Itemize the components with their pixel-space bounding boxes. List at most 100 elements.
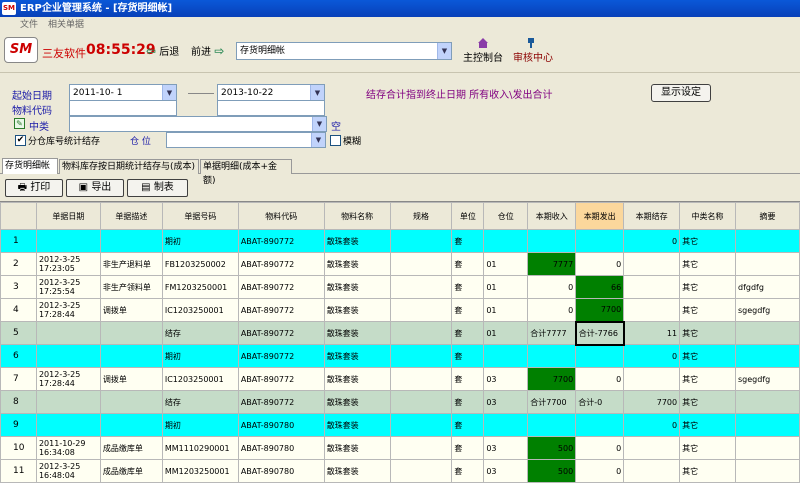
cell-out[interactable] bbox=[575, 229, 625, 253]
cell-memo[interactable] bbox=[735, 436, 800, 460]
cell-name[interactable]: 散珠套装 bbox=[323, 229, 391, 253]
cell-memo[interactable] bbox=[735, 321, 800, 345]
column-header[interactable]: 规格 bbox=[389, 202, 453, 230]
cell-date[interactable] bbox=[35, 344, 101, 368]
cell-loc[interactable]: 03 bbox=[483, 436, 529, 460]
cell-memo[interactable]: dfgdfg bbox=[735, 275, 800, 299]
cell-name[interactable]: 散珠套装 bbox=[323, 413, 391, 437]
column-header[interactable]: 摘要 bbox=[735, 202, 800, 230]
cell-out[interactable]: 0 bbox=[575, 252, 625, 276]
cell-cls[interactable]: 其它 bbox=[679, 436, 736, 460]
cell-name[interactable]: 散珠套装 bbox=[323, 298, 391, 322]
cell-in[interactable] bbox=[527, 413, 577, 437]
cell-unit[interactable]: 套 bbox=[451, 229, 485, 253]
cell-desc[interactable]: 成品缴库单 bbox=[99, 459, 163, 483]
cell-desc[interactable]: 调拨单 bbox=[99, 298, 163, 322]
menu-related-docs[interactable]: 相关单据 bbox=[48, 17, 84, 33]
audit-center-button[interactable]: 审核中心 bbox=[510, 37, 556, 64]
cell-out[interactable] bbox=[575, 344, 625, 368]
cell-date[interactable]: 2012-3-25 17:28:44 bbox=[35, 367, 101, 391]
cell-date[interactable]: 2012-3-25 17:25:54 bbox=[35, 275, 101, 299]
cell-unit[interactable]: 套 bbox=[451, 275, 485, 299]
cell-out[interactable]: 7700 bbox=[575, 298, 625, 322]
cell-spec[interactable] bbox=[389, 275, 453, 299]
table-row[interactable]: 6 期初 ABAT-890772 散珠套装 套 0 其它 bbox=[0, 344, 800, 368]
cell-date[interactable]: 2012-3-25 16:48:04 bbox=[35, 459, 101, 483]
cell-date[interactable] bbox=[35, 413, 101, 437]
cell-name[interactable]: 散珠套装 bbox=[323, 275, 391, 299]
cell-unit[interactable]: 套 bbox=[451, 344, 485, 368]
cell-spec[interactable] bbox=[389, 298, 453, 322]
cell-code[interactable]: ABAT-890772 bbox=[237, 252, 325, 276]
table-row[interactable]: 3 2012-3-25 17:25:54 非生产领料单 FM1203250001 ABAT… bbox=[0, 275, 800, 299]
cell-memo[interactable] bbox=[735, 413, 800, 437]
cell-bal[interactable]: 7700 bbox=[623, 390, 681, 414]
cell-date[interactable] bbox=[35, 390, 101, 414]
cell-loc[interactable]: 01 bbox=[483, 275, 529, 299]
cell-code[interactable]: ABAT-890780 bbox=[237, 413, 325, 437]
cell-cls[interactable]: 其它 bbox=[679, 413, 736, 437]
cell-in[interactable]: 500 bbox=[527, 436, 577, 460]
cell-name[interactable]: 散珠套装 bbox=[323, 459, 391, 483]
cell-in[interactable]: 合计7777 bbox=[527, 321, 577, 345]
cell-desc[interactable]: 调拨单 bbox=[99, 367, 163, 391]
column-header[interactable]: 本期结存 bbox=[623, 202, 681, 230]
cell-out[interactable]: 合计-7766 bbox=[574, 320, 625, 346]
cell-no[interactable]: 期初 bbox=[161, 229, 239, 253]
cell-bal[interactable] bbox=[623, 252, 681, 276]
cell-code[interactable]: ABAT-890772 bbox=[237, 275, 325, 299]
cell-spec[interactable] bbox=[389, 344, 453, 368]
cell-no[interactable]: IC1203250001 bbox=[161, 367, 239, 391]
cell-memo[interactable]: sgegdfg bbox=[735, 298, 800, 322]
cell-name[interactable]: 散珠套装 bbox=[323, 436, 391, 460]
table-row[interactable]: 9 期初 ABAT-890780 散珠套装 套 0 其它 bbox=[0, 413, 800, 437]
cell-name[interactable]: 散珠套装 bbox=[323, 390, 391, 414]
cell-cls[interactable]: 其它 bbox=[679, 229, 736, 253]
cell-no[interactable]: MM1203250001 bbox=[161, 459, 239, 483]
table-row[interactable]: 5 结存 ABAT-890772 散珠套装 套 01 合计7777 合计-7766 11 其它 bbox=[0, 320, 800, 346]
cell-loc[interactable]: 03 bbox=[483, 459, 529, 483]
cell-date[interactable]: 2012-3-25 17:28:44 bbox=[35, 298, 101, 322]
cell-unit[interactable]: 套 bbox=[451, 367, 485, 391]
cell-code[interactable]: ABAT-890772 bbox=[237, 390, 325, 414]
cell-no[interactable]: IC1203250001 bbox=[161, 298, 239, 322]
cell-spec[interactable] bbox=[389, 390, 453, 414]
column-header[interactable]: 中类名称 bbox=[679, 202, 736, 230]
cell-unit[interactable]: 套 bbox=[451, 252, 485, 276]
cell-date[interactable] bbox=[35, 321, 101, 345]
mid-class-select[interactable]: ▼ bbox=[69, 116, 327, 132]
cell-loc[interactable]: 01 bbox=[483, 298, 529, 322]
display-settings-button[interactable]: 显示设定 bbox=[651, 84, 711, 102]
cell-no[interactable]: FB1203250002 bbox=[161, 252, 239, 276]
cell-cls[interactable]: 其它 bbox=[679, 459, 736, 483]
table-row[interactable]: 2 2012-3-25 17:23:05 非生产退料单 FB1203250002 ABAT… bbox=[0, 252, 800, 276]
cell-spec[interactable] bbox=[389, 229, 453, 253]
table-row[interactable]: 4 2012-3-25 17:28:44 调拨单 IC1203250001 ABAT-89… bbox=[0, 298, 800, 322]
column-header[interactable]: 物料代码 bbox=[237, 202, 325, 230]
cell-out[interactable]: 0 bbox=[575, 459, 625, 483]
cell-in[interactable] bbox=[527, 229, 577, 253]
cell-desc[interactable] bbox=[99, 390, 163, 414]
cell-out[interactable] bbox=[575, 413, 625, 437]
class-picker-icon[interactable]: ✎ bbox=[14, 118, 25, 129]
cell-in[interactable]: 500 bbox=[527, 459, 577, 483]
table-row[interactable]: 7 2012-3-25 17:28:44 调拨单 IC1203250001 ABAT-89… bbox=[0, 367, 800, 391]
cell-in[interactable]: 合计7700 bbox=[527, 390, 577, 414]
tab-document-detail[interactable]: 单据明细(成本+金额) bbox=[200, 159, 292, 186]
column-header[interactable]: 单据号码 bbox=[161, 202, 239, 230]
tab-inventory-detail[interactable]: 存货明细帐 bbox=[2, 158, 58, 174]
forward-button[interactable]: 前进 ⇨ bbox=[191, 43, 224, 59]
cell-loc[interactable]: 03 bbox=[483, 367, 529, 391]
cell-no[interactable]: 期初 bbox=[161, 413, 239, 437]
location-select[interactable]: ▼ bbox=[166, 132, 326, 148]
cell-date[interactable]: 2011-10-29 16:34:08 bbox=[35, 436, 101, 460]
cell-spec[interactable] bbox=[389, 436, 453, 460]
cell-bal[interactable]: 0 bbox=[623, 229, 681, 253]
cell-memo[interactable] bbox=[735, 252, 800, 276]
cell-bal[interactable] bbox=[623, 436, 681, 460]
cell-no[interactable]: 期初 bbox=[161, 344, 239, 368]
cell-date[interactable]: 2012-3-25 17:23:05 bbox=[35, 252, 101, 276]
column-header[interactable]: 本期发出 bbox=[575, 202, 625, 230]
cell-cls[interactable]: 其它 bbox=[679, 252, 736, 276]
export-button[interactable]: ▣ 导出 bbox=[66, 179, 124, 197]
